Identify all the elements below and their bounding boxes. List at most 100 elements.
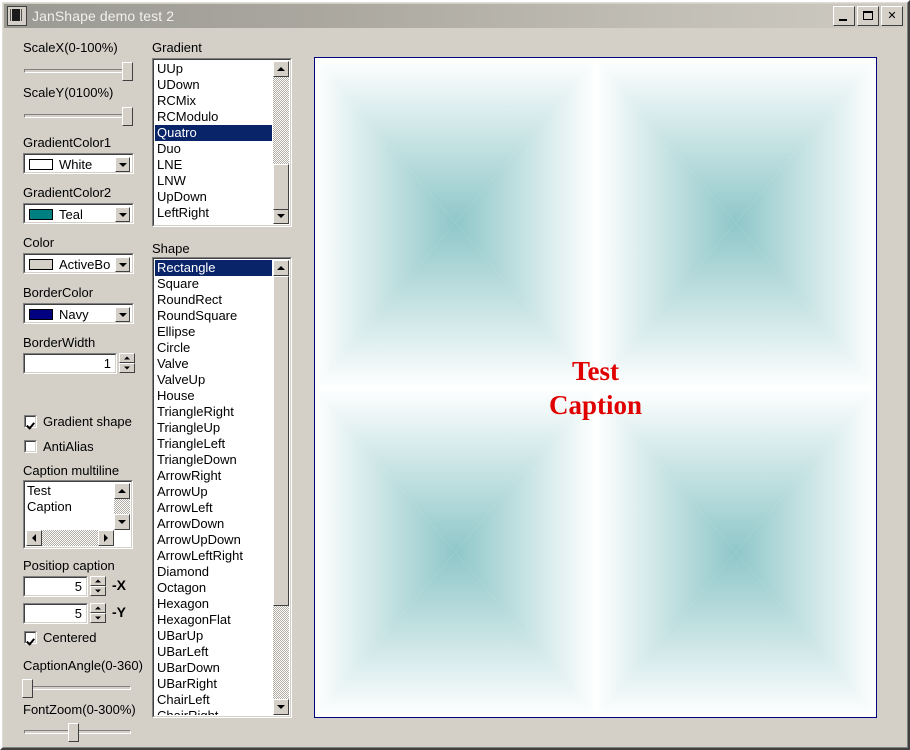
gradient-listbox[interactable]: UUp UDown RCMix RCModulo Quatro Duo LNE LNW UpDo… [152, 58, 292, 227]
position-y-input[interactable]: 5 [23, 603, 88, 624]
font-zoom-slider[interactable] [20, 720, 135, 744]
position-y-decrement[interactable] [90, 613, 106, 623]
shape-item[interactable]: Square [155, 276, 272, 292]
shape-scroll-thumb[interactable] [273, 276, 289, 606]
shape-item[interactable]: ArrowUpDown [155, 532, 272, 548]
position-x-input[interactable]: 5 [23, 576, 88, 597]
scale-y-slider[interactable] [20, 104, 135, 128]
memo-vertical-scrollbar[interactable] [114, 483, 130, 530]
gradient-item[interactable]: UUp [155, 61, 272, 77]
shape-scroll-up-button[interactable] [273, 260, 289, 276]
shape-item[interactable]: Ellipse [155, 324, 272, 340]
gradient-list-items[interactable]: UUp UDown RCMix RCModulo Quatro Duo LNE LNW UpDo… [155, 61, 272, 224]
shape-item[interactable]: Diamond [155, 564, 272, 580]
minimize-button[interactable] [833, 6, 855, 26]
gradient-item[interactable]: LeftRight [155, 205, 272, 221]
position-y-increment[interactable] [90, 603, 106, 613]
color-combo[interactable]: ActiveBo [23, 253, 134, 274]
centered-checkbox[interactable]: Centered [24, 630, 96, 645]
shape-item[interactable]: UBarDown [155, 660, 272, 676]
close-button[interactable]: ✕ [881, 6, 903, 26]
shape-listbox[interactable]: Rectangle Square RoundRect RoundSquare Ellip… [152, 257, 292, 718]
centered-checkbox-box[interactable] [24, 631, 37, 644]
position-x-stepper[interactable] [90, 576, 106, 597]
memo-scroll-down-button[interactable] [114, 514, 130, 530]
shape-item[interactable]: TriangleRight [155, 404, 272, 420]
shape-item[interactable]: ValveUp [155, 372, 272, 388]
border-color-dropdown-button[interactable] [115, 307, 130, 322]
shape-item[interactable]: ArrowLeftRight [155, 548, 272, 564]
maximize-button[interactable] [857, 6, 879, 26]
shape-item[interactable]: ArrowUp [155, 484, 272, 500]
position-y-stepper[interactable] [90, 603, 106, 624]
gradient-shape-checkbox[interactable]: Gradient shape [24, 414, 132, 429]
shape-scroll-down-button[interactable] [273, 699, 289, 715]
shape-item[interactable]: ChairRight [155, 708, 272, 715]
title-bar[interactable]: JanShape demo test 2 ✕ [4, 4, 905, 28]
shape-item[interactable]: UBarLeft [155, 644, 272, 660]
border-width-input[interactable]: 1 [23, 353, 117, 374]
shape-item[interactable]: UBarRight [155, 676, 272, 692]
scale-x-slider[interactable] [20, 59, 135, 83]
gradient-color2-combo[interactable]: Teal [23, 203, 134, 224]
shape-item[interactable]: TriangleLeft [155, 436, 272, 452]
gradient-item[interactable]: UpDown [155, 189, 272, 205]
shape-item[interactable]: ArrowRight [155, 468, 272, 484]
memo-scroll-up-button[interactable] [114, 483, 130, 499]
gradient-item[interactable]: Duo [155, 141, 272, 157]
shape-item[interactable]: House [155, 388, 272, 404]
antialias-checkbox[interactable]: AntiAlias [24, 439, 94, 454]
scale-y-slider-thumb[interactable] [122, 107, 133, 126]
pyramid-gradient [595, 387, 876, 717]
gradient-item[interactable]: RCMix [155, 93, 272, 109]
shape-list-items[interactable]: Rectangle Square RoundRect RoundSquare Ellip… [155, 260, 272, 715]
shape-item[interactable]: Octagon [155, 580, 272, 596]
shape-item[interactable]: ChairLeft [155, 692, 272, 708]
color-dropdown-button[interactable] [115, 257, 130, 272]
gradient-color2-dropdown-button[interactable] [115, 207, 130, 222]
gradient-color1-value: White [59, 157, 93, 172]
gradient-scroll-down-button[interactable] [273, 208, 289, 224]
shape-item[interactable]: Circle [155, 340, 272, 356]
shape-item[interactable]: ArrowLeft [155, 500, 272, 516]
position-x-decrement[interactable] [90, 586, 106, 596]
border-width-stepper[interactable] [119, 353, 135, 374]
shape-scrollbar[interactable] [273, 260, 289, 715]
shape-preview-panel[interactable]: Test Caption [314, 57, 877, 718]
gradient-color1-combo[interactable]: White [23, 153, 134, 174]
shape-item[interactable]: RoundSquare [155, 308, 272, 324]
font-zoom-slider-thumb[interactable] [68, 723, 79, 742]
antialias-checkbox-box[interactable] [24, 440, 37, 453]
shape-item[interactable]: HexagonFlat [155, 612, 272, 628]
border-width-increment[interactable] [119, 353, 135, 363]
shape-item[interactable]: Valve [155, 356, 272, 372]
gradient-item[interactable]: Quatro [155, 125, 272, 141]
shape-item[interactable]: TriangleDown [155, 452, 272, 468]
shape-item[interactable]: RoundRect [155, 292, 272, 308]
gradient-item[interactable]: LNE [155, 157, 272, 173]
gradient-scroll-up-button[interactable] [273, 61, 289, 77]
shape-item[interactable]: Hexagon [155, 596, 272, 612]
gradient-scrollbar[interactable] [273, 61, 289, 224]
chevron-down-icon [118, 312, 127, 317]
gradient-item[interactable]: LNW [155, 173, 272, 189]
memo-horizontal-scrollbar[interactable] [26, 530, 114, 546]
shape-item[interactable]: UBarUp [155, 628, 272, 644]
shape-item[interactable]: Rectangle [155, 260, 272, 276]
scale-x-slider-thumb[interactable] [122, 62, 133, 81]
shape-item[interactable]: ArrowDown [155, 516, 272, 532]
caption-angle-slider-thumb[interactable] [22, 679, 33, 698]
gradient-color1-dropdown-button[interactable] [115, 157, 130, 172]
gradient-scroll-thumb[interactable] [273, 164, 289, 210]
shape-item[interactable]: TriangleUp [155, 420, 272, 436]
caption-angle-slider[interactable] [20, 676, 135, 700]
caption-multiline-textarea[interactable]: Test Caption [23, 480, 133, 549]
border-color-combo[interactable]: Navy [23, 303, 134, 324]
gradient-shape-checkbox-box[interactable] [24, 415, 37, 428]
border-width-decrement[interactable] [119, 363, 135, 373]
memo-scroll-left-button[interactable] [26, 530, 42, 546]
position-x-increment[interactable] [90, 576, 106, 586]
gradient-item[interactable]: UDown [155, 77, 272, 93]
gradient-item[interactable]: RCModulo [155, 109, 272, 125]
memo-scroll-right-button[interactable] [98, 530, 114, 546]
